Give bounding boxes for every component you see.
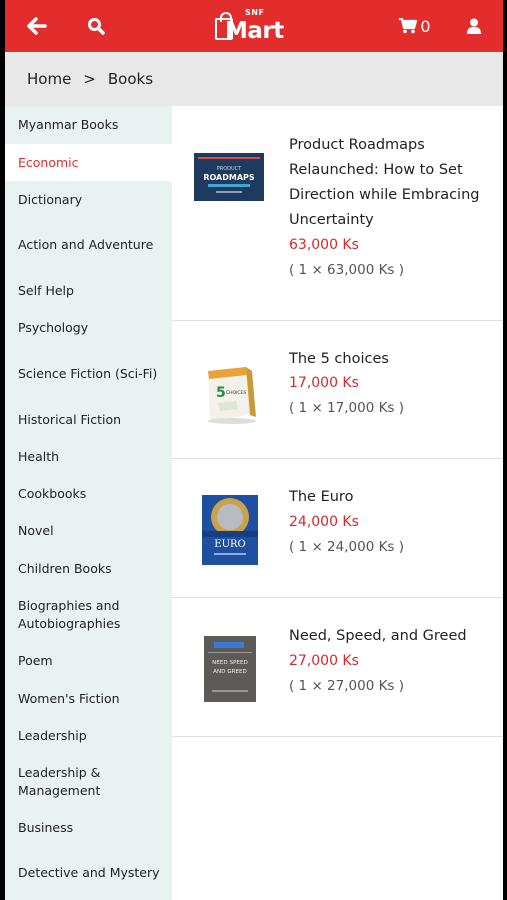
sidebar-item-health[interactable]: Health — [5, 438, 172, 475]
product-qty: ( 1 × 27,000 Ks ) — [289, 678, 405, 694]
product-card[interactable]: 5 CHOICES The 5 choices 17,000 Ks ( 1 × … — [172, 321, 503, 459]
sidebar-item-historical-fiction[interactable]: Historical Fiction — [5, 401, 172, 438]
sidebar-item-poem[interactable]: Poem — [5, 642, 172, 680]
book-cover: EURO — [202, 495, 258, 565]
cover-text: PRODUCT — [217, 166, 242, 172]
product-title[interactable]: The 5 choices — [289, 347, 499, 372]
sidebar-item-novel[interactable]: Novel — [5, 512, 172, 550]
product-price: 63,000 Ks — [289, 237, 359, 253]
arrow-left-icon[interactable] — [23, 0, 51, 52]
sidebar-item-label: Detective and Mystery — [18, 865, 160, 880]
app-frame: SNF Mart 0 Home > Books Myanmar Books Ec… — [5, 0, 503, 900]
product-qty: ( 1 × 24,000 Ks ) — [289, 539, 405, 555]
product-title[interactable]: The Euro — [289, 485, 499, 510]
sidebar-item-children-books[interactable]: Children Books — [5, 550, 172, 587]
sidebar-item-myanmar-books[interactable]: Myanmar Books — [5, 106, 172, 144]
product-title[interactable]: Need, Speed, and Greed — [289, 624, 499, 649]
cover-text: ROADMAPS — [203, 173, 255, 182]
sidebar-item-label: Myanmar Books — [18, 117, 119, 132]
cover-text: AND GREED — [213, 669, 247, 675]
sidebar-item-dictionary[interactable]: Dictionary — [5, 181, 172, 218]
breadcrumb-separator: > — [83, 70, 96, 88]
product-card[interactable]: EURO The Euro 24,000 Ks ( 1 × 24,000 Ks … — [172, 459, 503, 598]
sidebar-item-label: Historical Fiction — [18, 411, 122, 427]
product-title[interactable]: Product Roadmaps Relaunched: How to Set … — [289, 133, 499, 233]
sidebar-item-label: Economic — [18, 154, 79, 170]
cart-button[interactable]: 0 — [395, 0, 435, 52]
sidebar-item-label: Women's Fiction — [18, 690, 120, 706]
sidebar-item-biographies[interactable]: Biographies and Autobiographies — [5, 587, 172, 642]
sidebar-item-cookbooks[interactable]: Cookbooks — [5, 475, 172, 512]
sidebar-item-label: Dictionary — [18, 191, 83, 207]
product-qty: ( 1 × 17,000 Ks ) — [289, 400, 405, 416]
sidebar-item-womens-fiction[interactable]: Women's Fiction — [5, 680, 172, 717]
product-price: 17,000 Ks — [289, 375, 359, 391]
logo-small-text: SNF — [245, 8, 265, 17]
sidebar-item-self-help[interactable]: Self Help — [5, 272, 172, 309]
product-card[interactable]: NEED SPEED AND GREED Need, Speed, and Gr… — [172, 598, 503, 737]
sidebar-item-label: Business — [18, 819, 74, 835]
book-cover: 5 CHOICES — [208, 367, 256, 424]
breadcrumb-home[interactable]: Home — [27, 70, 71, 88]
book-cover: PRODUCT ROADMAPS — [194, 153, 264, 201]
sidebar-item-leadership[interactable]: Leadership — [5, 717, 172, 754]
sidebar-item-label: Self Help — [18, 282, 74, 298]
brand-logo[interactable]: SNF Mart — [213, 8, 284, 44]
sidebar-item-action-adventure[interactable]: Action and Adventure — [5, 218, 172, 272]
sidebar-item-label: Leadership — [18, 727, 87, 743]
sidebar-item-detective-mystery[interactable]: Detective and Mystery — [5, 846, 172, 900]
sidebar-item-label: Cookbooks — [18, 485, 87, 501]
cover-text: EURO — [214, 539, 245, 550]
sidebar-item-label: Children Books — [18, 560, 112, 576]
sidebar-item-label: Biographies and Autobiographies — [18, 597, 121, 631]
sidebar-item-label: Leadership & Management — [18, 764, 101, 798]
sidebar-item-science-fiction[interactable]: Science Fiction (Sci-Fi) — [5, 346, 172, 401]
product-price: 27,000 Ks — [289, 653, 359, 669]
cart-icon — [399, 18, 418, 34]
breadcrumb-current: Books — [107, 70, 154, 88]
sidebar-item-leadership-management[interactable]: Leadership & Management — [5, 754, 172, 809]
book-cover: NEED SPEED AND GREED — [204, 636, 256, 702]
logo-text: Mart — [225, 18, 284, 44]
sidebar-item-psychology[interactable]: Psychology — [5, 309, 172, 346]
cover-text: 5 — [216, 385, 226, 401]
product-qty: ( 1 × 63,000 Ks ) — [289, 262, 405, 278]
cart-count: 0 — [420, 16, 431, 36]
sidebar-item-business[interactable]: Business — [5, 809, 172, 846]
sidebar-item-label: Novel — [18, 523, 54, 538]
category-sidebar: Myanmar Books Economic Dictionary Action… — [5, 106, 172, 900]
sidebar-item-label: Health — [18, 448, 60, 464]
top-navbar: SNF Mart 0 — [5, 0, 503, 52]
breadcrumb: Home > Books — [5, 52, 503, 106]
user-icon[interactable] — [461, 0, 487, 52]
product-card[interactable]: PRODUCT ROADMAPS Product Roadmaps Relaun… — [172, 106, 503, 321]
product-price: 24,000 Ks — [289, 514, 359, 530]
cover-text: NEED SPEED — [212, 660, 248, 666]
product-list: PRODUCT ROADMAPS Product Roadmaps Relaun… — [172, 106, 503, 900]
sidebar-item-economic[interactable]: Economic — [5, 144, 172, 181]
sidebar-item-label: Psychology — [18, 319, 89, 335]
sidebar-item-label: Action and Adventure — [18, 237, 154, 252]
sidebar-item-label: Poem — [18, 653, 53, 668]
sidebar-item-label: Science Fiction (Sci-Fi) — [18, 365, 158, 381]
cover-text: CHOICES — [226, 390, 246, 396]
search-icon[interactable] — [83, 0, 109, 52]
